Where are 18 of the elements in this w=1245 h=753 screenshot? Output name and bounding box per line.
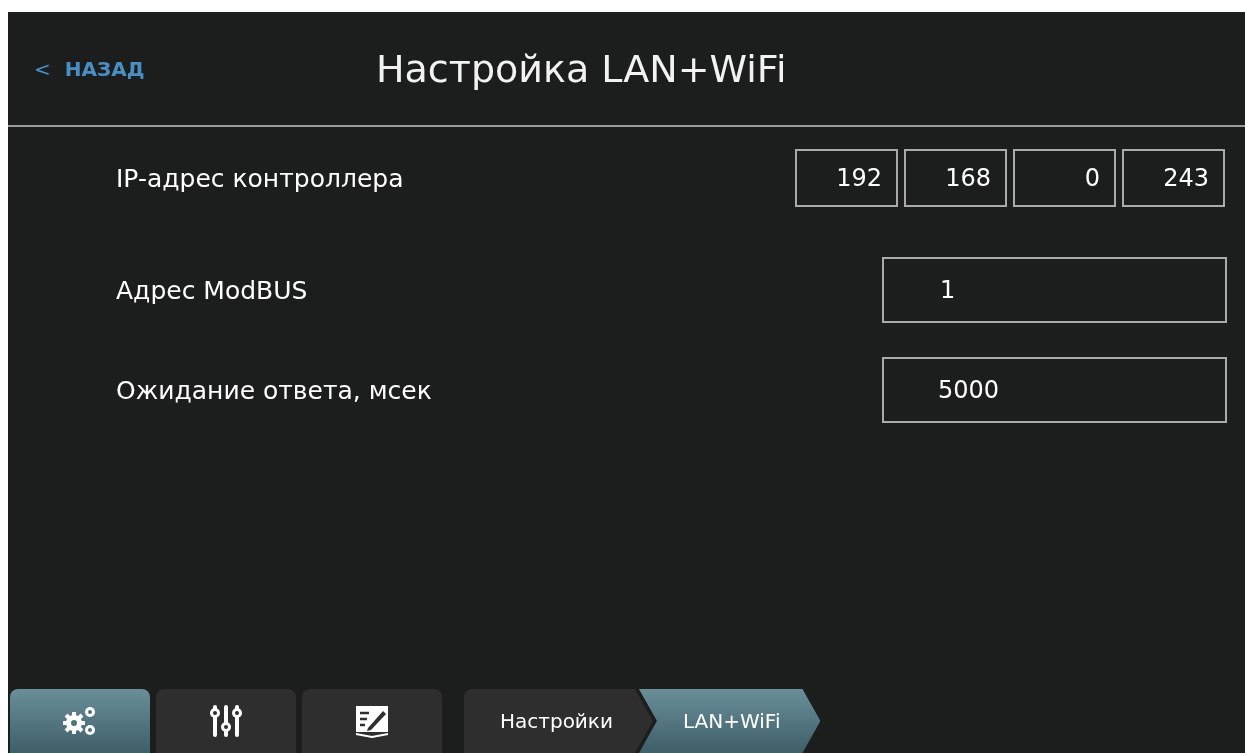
setting-label: IP-адрес контроллера xyxy=(116,163,404,193)
sliders-icon xyxy=(209,703,243,739)
ip-octet-field[interactable]: 0 xyxy=(1013,149,1116,207)
ip-octet-field[interactable]: 243 xyxy=(1122,149,1225,207)
notebook-pencil-icon xyxy=(354,704,390,738)
back-button[interactable]: < НАЗАД xyxy=(30,52,190,85)
breadcrumb-item[interactable]: Настройки xyxy=(464,689,653,753)
sliders-tab[interactable] xyxy=(156,689,296,753)
value-field[interactable]: 5000 xyxy=(882,357,1227,423)
setting-label: Адрес ModBUS xyxy=(116,275,308,305)
screen-title: Настройка LAN+WiFi xyxy=(376,46,787,91)
gears-tab[interactable] xyxy=(10,689,150,753)
ip-octet-field[interactable]: 192 xyxy=(795,149,898,207)
breadcrumb-item[interactable]: LAN+WiFi xyxy=(638,689,821,753)
setting-label: Ожидание ответа, мсек xyxy=(116,375,432,405)
value-field[interactable]: 1 xyxy=(882,257,1227,323)
book-tab[interactable] xyxy=(302,689,442,753)
ip-octet-field[interactable]: 168 xyxy=(904,149,1007,207)
